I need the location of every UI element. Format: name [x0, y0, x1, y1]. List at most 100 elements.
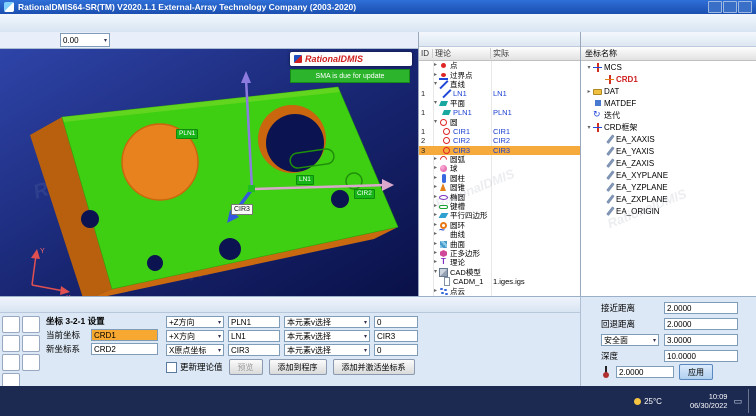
datum-icon[interactable]: [112, 298, 127, 312]
new-coord-field[interactable]: CRD2: [91, 343, 158, 355]
settings-icon[interactable]: [288, 15, 306, 32]
vector-mode-select[interactable]: 本元素v选择: [284, 344, 370, 356]
coordinate-system-icon[interactable]: [155, 15, 173, 32]
平行四边形[interactable]: 平行四边形: [419, 211, 580, 220]
过界点[interactable]: 过界点: [419, 70, 580, 79]
quick-line-icon[interactable]: [22, 316, 40, 333]
explorer-icon[interactable]: [96, 392, 115, 411]
export-icon[interactable]: [60, 15, 78, 32]
redo-icon[interactable]: [98, 15, 116, 32]
minimize-button[interactable]: [708, 1, 722, 13]
start-button[interactable]: [4, 392, 23, 411]
task-view-icon[interactable]: [50, 392, 69, 411]
add-to-program-button[interactable]: 添加到程序: [269, 359, 327, 375]
word-icon[interactable]: [165, 392, 184, 411]
poly-select-icon[interactable]: [39, 33, 56, 48]
hole[interactable]: [219, 238, 241, 260]
MATDEF[interactable]: MATDEF: [581, 97, 756, 109]
search-icon[interactable]: [27, 392, 46, 411]
value-field[interactable]: 0: [374, 344, 418, 356]
平面[interactable]: 平面: [419, 99, 580, 108]
EA_ZAXIS[interactable]: EA_ZAXIS: [581, 157, 756, 169]
CADM_1[interactable]: CADM_1 1.iges.igs: [419, 277, 580, 286]
tree-caret-icon[interactable]: [585, 124, 593, 131]
曲面[interactable]: 曲面: [419, 239, 580, 248]
view-pan-icon[interactable]: [478, 15, 496, 32]
quick-circle-icon[interactable]: [22, 335, 40, 352]
tree-caret-icon[interactable]: [432, 221, 439, 230]
圆[interactable]: 圆: [419, 117, 580, 126]
stop-program-icon[interactable]: [269, 15, 287, 32]
tolerance-combo[interactable]: 0.00: [60, 33, 110, 47]
viewport-canvas[interactable]: RationalDMIS RationalDMIS: [0, 49, 418, 297]
球[interactable]: 球: [419, 164, 580, 173]
widgets-icon[interactable]: [73, 392, 92, 411]
snapshot-icon[interactable]: [535, 15, 553, 32]
EA_YZPLANE[interactable]: EA_YZPLANE: [581, 181, 756, 193]
tree-caret-icon[interactable]: [432, 80, 439, 89]
close-button[interactable]: [738, 1, 752, 13]
tree-caret-icon[interactable]: [432, 71, 439, 80]
coord-list-icon[interactable]: [639, 33, 652, 45]
align-bestfit-icon[interactable]: [61, 298, 76, 312]
rotate-coord-icon[interactable]: [95, 298, 110, 312]
taskbar-clock[interactable]: 10:09 06/30/2022: [690, 392, 728, 411]
export-result-icon[interactable]: [231, 298, 246, 312]
tree-caret-icon[interactable]: [432, 230, 439, 239]
measure-feature-icon[interactable]: [174, 15, 192, 32]
report-window-icon[interactable]: [635, 15, 653, 32]
update-theory-checkbox[interactable]: 更新理论值: [166, 361, 223, 373]
notepad-icon[interactable]: [211, 392, 230, 411]
float-panel-icon[interactable]: [735, 15, 753, 32]
quick-cone-icon[interactable]: [22, 354, 40, 371]
run-program-icon[interactable]: [250, 15, 268, 32]
probe-diameter-field[interactable]: 2.0000: [616, 366, 674, 378]
translate-coord-icon[interactable]: [78, 298, 93, 312]
refresh-coord-icon[interactable]: [625, 33, 638, 45]
feature-field[interactable]: CIR3: [228, 344, 280, 356]
CAD模型[interactable]: CAD模型: [419, 268, 580, 277]
import-cad-icon[interactable]: [41, 15, 59, 32]
tree-caret-icon[interactable]: [432, 193, 439, 202]
probe-position-icon[interactable]: [114, 33, 131, 48]
tree-caret-icon[interactable]: [432, 240, 439, 249]
add-activate-coord-button[interactable]: 添加并激活坐标系: [333, 359, 415, 375]
CIR2[interactable]: 2 CIR2 CIR2: [419, 136, 580, 145]
tool-settings-icon[interactable]: [248, 298, 263, 312]
EA_XAXIS[interactable]: EA_XAXIS: [581, 133, 756, 145]
report-out-icon[interactable]: [214, 298, 229, 312]
edit-coord-icon[interactable]: [611, 33, 624, 45]
tree-caret-icon[interactable]: [585, 64, 593, 71]
EA_YAXIS[interactable]: EA_YAXIS: [581, 145, 756, 157]
CIR3[interactable]: 3 CIR3 CIR3: [419, 146, 580, 155]
sort-icon[interactable]: [477, 33, 490, 45]
圆柱[interactable]: 圆柱: [419, 174, 580, 183]
zoom-in-icon[interactable]: [132, 33, 149, 48]
PLN1[interactable]: 1 PLN1 PLN1: [419, 108, 580, 117]
excel-icon[interactable]: [188, 392, 207, 411]
undo-icon[interactable]: [79, 15, 97, 32]
direction-select[interactable]: X原点坐标: [166, 344, 224, 356]
add-coord-icon[interactable]: [583, 33, 596, 45]
position-icon[interactable]: [180, 298, 195, 312]
椭圆[interactable]: 椭圆: [419, 192, 580, 201]
notification-icon[interactable]: ▭: [733, 396, 742, 407]
vector-mode-select[interactable]: 本元素v选择: [284, 316, 370, 328]
current-coord-field[interactable]: CRD1: [91, 329, 158, 341]
label-cir3[interactable]: CIR3: [231, 204, 253, 215]
select-arrow-icon[interactable]: [3, 33, 20, 48]
machine-window-icon[interactable]: [654, 15, 672, 32]
键槽[interactable]: 键槽: [419, 202, 580, 211]
quick-cylinder-icon[interactable]: [2, 354, 20, 371]
EA_ORIGIN[interactable]: EA_ORIGIN: [581, 205, 756, 217]
hole[interactable]: [147, 255, 163, 271]
直线[interactable]: 直线: [419, 80, 580, 89]
store-icon[interactable]: [234, 392, 253, 411]
tree-caret-icon[interactable]: [432, 174, 439, 183]
LN1[interactable]: 1 LN1 LN1: [419, 89, 580, 98]
weather-widget[interactable]: 25°C: [634, 397, 662, 406]
理论[interactable]: 理论: [419, 258, 580, 267]
window-layout-icon[interactable]: [597, 15, 615, 32]
CRD1[interactable]: CRD1: [581, 73, 756, 85]
quick-plane-icon[interactable]: [2, 335, 20, 352]
